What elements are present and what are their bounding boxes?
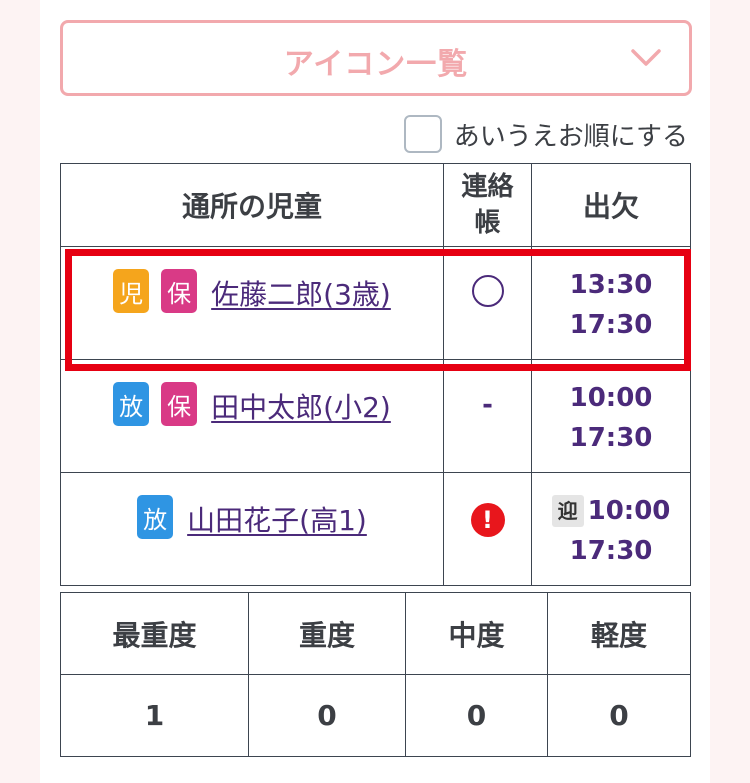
attendance-cell: 10:00 17:30 bbox=[531, 359, 691, 473]
contact-status: - bbox=[482, 390, 493, 420]
child-cell: 放 山田花子(高1) bbox=[60, 472, 444, 586]
alert-icon: ! bbox=[470, 503, 505, 537]
sort-label: あいうえお順にする bbox=[453, 121, 688, 152]
chevron-down-icon bbox=[631, 49, 661, 66]
circle-icon bbox=[471, 275, 504, 307]
nursery-badge: 保 bbox=[161, 269, 198, 313]
nursery-badge: 保 bbox=[161, 382, 198, 426]
header-contact-book: 連絡 帳 bbox=[443, 163, 532, 247]
icon-list-dropdown[interactable]: アイコン一覧 bbox=[60, 20, 692, 96]
child-support-badge: 児 bbox=[113, 269, 150, 313]
table-row: 放 保 田中太郎(小2) - 10:00 17:30 bbox=[60, 359, 691, 473]
time-out: 17:30 bbox=[569, 310, 653, 340]
contact-book-cell[interactable]: - bbox=[443, 359, 532, 473]
time-out: 17:30 bbox=[569, 423, 653, 453]
header-mild: 軽度 bbox=[547, 592, 691, 675]
contact-book-cell[interactable] bbox=[443, 246, 532, 360]
attendance-cell: 13:30 17:30 bbox=[531, 246, 691, 360]
header-moderate: 中度 bbox=[405, 592, 548, 675]
time-in: 10:00 bbox=[587, 496, 671, 526]
summary-header-row: 最重度 重度 中度 軽度 bbox=[60, 592, 691, 675]
severity-summary-table: 最重度 重度 中度 軽度 1 0 0 0 bbox=[60, 592, 691, 757]
dropdown-label: アイコン一覧 bbox=[283, 47, 469, 82]
summary-value-row: 1 0 0 0 bbox=[60, 674, 691, 757]
attendance-card: アイコン一覧 あいうえお順にする 通所の児童 連絡 帳 出欠 児 保 佐藤二郎(… bbox=[40, 0, 710, 783]
time-in: 13:30 bbox=[569, 270, 653, 300]
header-severe: 重度 bbox=[248, 592, 406, 675]
value-severe: 0 bbox=[248, 674, 406, 757]
time-in: 10:00 bbox=[569, 383, 653, 413]
sort-option[interactable]: あいうえお順にする bbox=[403, 114, 688, 154]
value-mild: 0 bbox=[547, 674, 691, 757]
value-moderate: 0 bbox=[405, 674, 548, 757]
after-school-badge: 放 bbox=[137, 495, 174, 539]
header-attendance: 出欠 bbox=[531, 163, 691, 247]
child-name-link[interactable]: 田中太郎(小2) bbox=[211, 386, 391, 426]
header-contact-line2: 帳 bbox=[474, 208, 501, 238]
child-cell: 放 保 田中太郎(小2) bbox=[60, 359, 444, 473]
attendance-table: 通所の児童 連絡 帳 出欠 児 保 佐藤二郎(3歳) 13:30 17:30 放… bbox=[60, 163, 691, 586]
child-name-link[interactable]: 佐藤二郎(3歳) bbox=[211, 273, 391, 313]
contact-book-cell[interactable]: ! bbox=[443, 472, 532, 586]
table-row: 児 保 佐藤二郎(3歳) 13:30 17:30 bbox=[60, 246, 691, 360]
child-cell: 児 保 佐藤二郎(3歳) bbox=[60, 246, 444, 360]
attendance-cell: 迎 10:00 17:30 bbox=[531, 472, 691, 586]
header-contact-line1: 連絡 bbox=[461, 172, 514, 202]
header-child: 通所の児童 bbox=[60, 163, 444, 247]
after-school-badge: 放 bbox=[113, 382, 150, 426]
table-row: 放 山田花子(高1) ! 迎 10:00 17:30 bbox=[60, 472, 691, 586]
sort-checkbox[interactable] bbox=[403, 115, 442, 153]
header-most-severe: 最重度 bbox=[60, 592, 249, 675]
table-header-row: 通所の児童 連絡 帳 出欠 bbox=[60, 163, 691, 247]
pickup-badge: 迎 bbox=[551, 495, 584, 527]
child-name-link[interactable]: 山田花子(高1) bbox=[187, 499, 367, 539]
time-out: 17:30 bbox=[569, 536, 653, 566]
value-most-severe: 1 bbox=[60, 674, 249, 757]
